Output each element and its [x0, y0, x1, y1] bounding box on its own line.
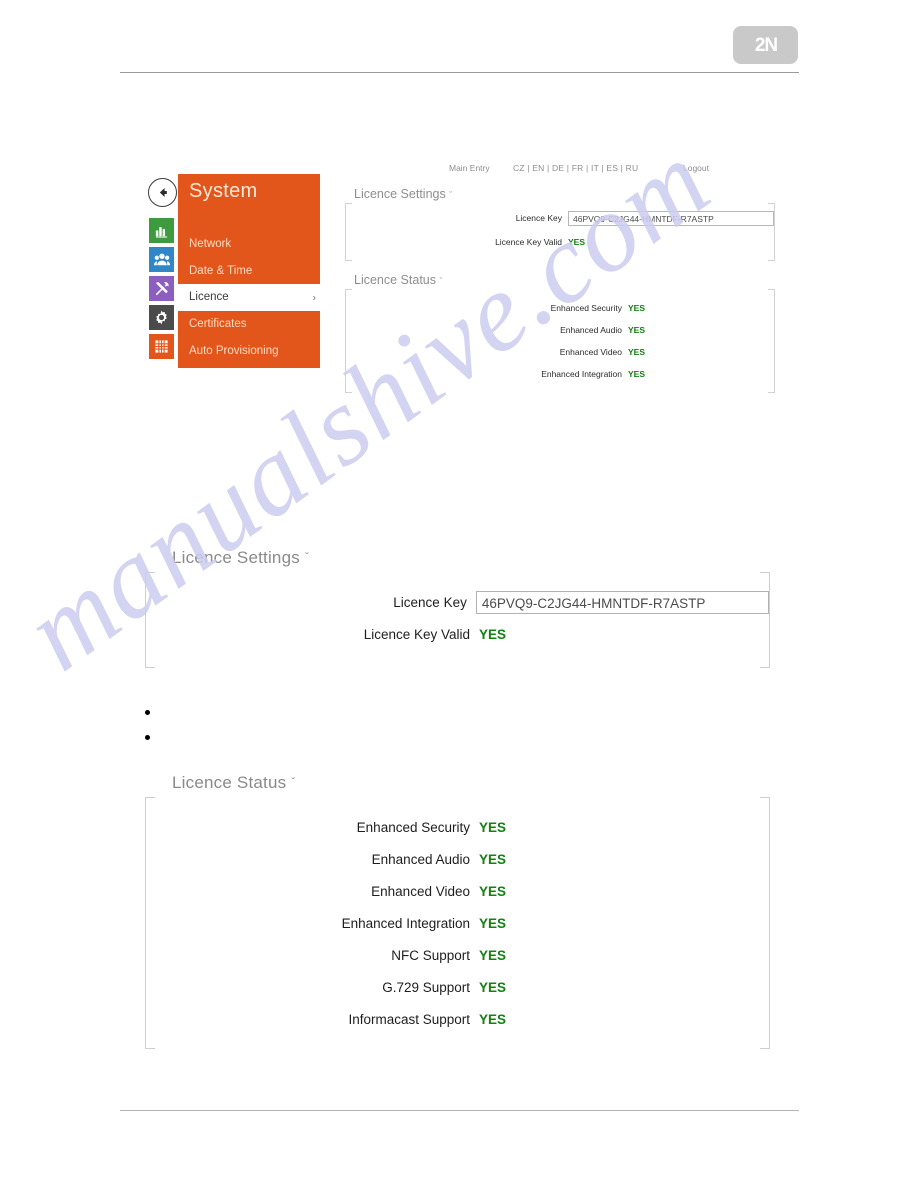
list-item	[145, 725, 150, 750]
status-value: YES	[479, 1011, 507, 1027]
licence-key-valid-value: YES	[479, 626, 507, 642]
status-label: Enhanced Video	[371, 883, 470, 899]
sidebar-item-label: Certificates	[189, 317, 247, 330]
status-value: YES	[628, 303, 646, 313]
status-value: YES	[479, 819, 507, 835]
status-row: Enhanced Security YES	[146, 811, 769, 843]
language-switcher[interactable]: CZ | EN | DE | FR | IT | ES | RU	[513, 163, 638, 173]
status-row: Enhanced Integration YES	[346, 363, 774, 385]
status-row: Enhanced Security YES	[346, 297, 774, 319]
licence-status-panel-small: Licence Status ˇ Enhanced Security YES E…	[345, 273, 775, 393]
licence-key-valid-label: Licence Key Valid	[363, 626, 470, 642]
chevron-down-icon[interactable]: ˇ	[305, 550, 309, 564]
grid-icon[interactable]	[149, 334, 174, 359]
status-value: YES	[479, 851, 507, 867]
licence-key-label: Licence Key	[393, 594, 467, 610]
system-menu: System Network Date & Time Licence › Cer…	[178, 174, 328, 369]
top-navigation-links: Main Entry CZ | EN | DE | FR | IT | ES |…	[345, 163, 805, 177]
status-value: YES	[479, 915, 507, 931]
gear-icon[interactable]	[149, 305, 174, 330]
main-entry-link[interactable]: Main Entry	[449, 163, 490, 173]
chevron-right-icon: ›	[312, 292, 316, 304]
status-value: YES	[479, 883, 507, 899]
header-divider	[120, 72, 799, 73]
licence-settings-panel-small: Licence Settings ˇ Licence Key 46PVQ9-C2…	[345, 187, 775, 261]
footer-divider	[120, 1110, 799, 1111]
licence-key-valid-row: Licence Key Valid YES	[346, 233, 774, 251]
licence-status-figure: Licence Status ˇ Enhanced Security YES E…	[145, 773, 770, 1049]
status-label: Enhanced Integration	[541, 369, 622, 379]
svg-text:2N: 2N	[754, 35, 777, 56]
licence-key-row: Licence Key 46PVQ9-C2JG44-HMNTDF-R7ASTP	[346, 203, 774, 233]
licence-settings-figure: Licence Settings ˇ Licence Key 46PVQ9-C2…	[145, 548, 770, 668]
status-row: G.729 Support YES	[146, 971, 769, 1003]
users-icon[interactable]	[149, 247, 174, 272]
device-web-ui-screenshot: System Network Date & Time Licence › Cer…	[145, 160, 805, 393]
licence-status-title: Licence Status ˇ	[354, 273, 443, 287]
bullet-icon	[145, 710, 150, 715]
licence-key-input[interactable]: 46PVQ9-C2JG44-HMNTDF-R7ASTP	[475, 590, 769, 614]
sidebar-item-licence[interactable]: Licence ›	[178, 284, 328, 311]
status-value: YES	[628, 369, 646, 379]
licence-key-valid-value: YES	[568, 237, 586, 247]
statistics-icon[interactable]	[149, 218, 174, 243]
status-label: Enhanced Video	[559, 347, 622, 357]
list-item	[145, 700, 150, 725]
logout-link[interactable]: Logout	[683, 163, 709, 173]
brand-logo-2n: 2N	[733, 26, 798, 64]
back-arrow-icon[interactable]	[148, 178, 177, 207]
status-row: Enhanced Video YES	[146, 875, 769, 907]
sidebar-item-auto-provisioning[interactable]: Auto Provisioning	[178, 338, 320, 365]
status-row: Enhanced Audio YES	[146, 843, 769, 875]
licence-status-figure-title: Licence Status ˇ	[172, 773, 296, 792]
licence-settings-figure-title: Licence Settings ˇ	[172, 548, 310, 567]
chevron-down-icon[interactable]: ˇ	[439, 276, 442, 286]
status-label: NFC Support	[391, 947, 470, 963]
status-value: YES	[479, 979, 507, 995]
menu-title: System	[189, 180, 258, 202]
licence-key-input[interactable]: 46PVQ9-C2JG44-HMNTDF-R7ASTP	[568, 210, 774, 226]
status-value: YES	[628, 347, 646, 357]
sidebar-item-network[interactable]: Network	[178, 231, 320, 258]
chevron-down-icon[interactable]: ˇ	[291, 775, 295, 789]
licence-key-row: Licence Key 46PVQ9-C2JG44-HMNTDF-R7ASTP	[146, 586, 769, 618]
status-label: Informacast Support	[348, 1011, 470, 1027]
licence-settings-title: Licence Settings ˇ	[354, 187, 453, 201]
status-label: Enhanced Security	[356, 819, 470, 835]
status-label: Enhanced Audio	[560, 325, 622, 335]
status-value: YES	[628, 325, 646, 335]
licence-settings-figure-box: Licence Key 46PVQ9-C2JG44-HMNTDF-R7ASTP …	[145, 572, 770, 668]
sidebar-item-label: Licence	[189, 291, 229, 304]
licence-key-valid-row: Licence Key Valid YES	[146, 618, 769, 650]
status-label: Enhanced Integration	[341, 915, 470, 931]
licence-status-figure-box: Enhanced Security YES Enhanced Audio YES…	[145, 797, 770, 1049]
licence-key-valid-label: Licence Key Valid	[495, 237, 562, 247]
status-row: Enhanced Audio YES	[346, 319, 774, 341]
status-row: Informacast Support YES	[146, 1003, 769, 1035]
status-value: YES	[479, 947, 507, 963]
sidebar-item-certificates[interactable]: Certificates	[178, 311, 320, 338]
tools-icon[interactable]	[149, 276, 174, 301]
licence-settings-box: Licence Key 46PVQ9-C2JG44-HMNTDF-R7ASTP …	[345, 203, 775, 261]
status-row: NFC Support YES	[146, 939, 769, 971]
chevron-down-icon[interactable]: ˇ	[449, 190, 452, 200]
status-row: Enhanced Integration YES	[146, 907, 769, 939]
status-row: Enhanced Video YES	[346, 341, 774, 363]
sidebar-item-date-time[interactable]: Date & Time	[178, 258, 320, 285]
sidebar-item-label: Auto Provisioning	[189, 344, 279, 357]
sidebar-item-label: Network	[189, 238, 232, 250]
module-icon-rail	[149, 218, 174, 363]
licence-key-label: Licence Key	[515, 213, 562, 223]
sidebar-item-label: Date & Time	[189, 264, 253, 277]
status-label: Enhanced Security	[550, 303, 622, 313]
bullet-icon	[145, 735, 150, 740]
licence-status-box: Enhanced Security YES Enhanced Audio YES…	[345, 289, 775, 393]
status-label: G.729 Support	[382, 979, 470, 995]
status-label: Enhanced Audio	[371, 851, 470, 867]
bullet-list	[145, 700, 150, 750]
